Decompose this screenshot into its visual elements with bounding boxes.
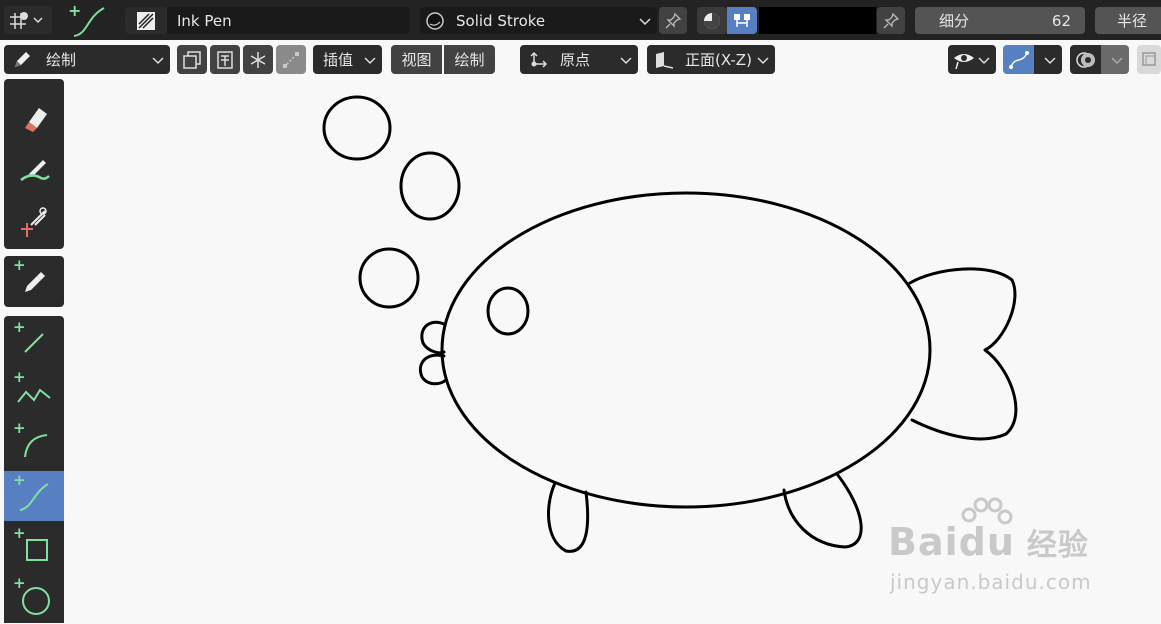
arc-tool[interactable]: + <box>4 419 64 469</box>
paw-icon <box>955 495 1015 535</box>
fish-body-stroke <box>440 191 932 509</box>
erase-tool[interactable] <box>4 94 64 144</box>
curve-tool[interactable]: + <box>4 471 64 521</box>
bubble-stroke <box>399 151 461 221</box>
bubble-stroke <box>358 247 420 309</box>
tint-brush-icon <box>20 160 50 182</box>
tool-shelf-group-primitives: + + + + + + <box>4 316 64 623</box>
circle-tool[interactable]: + <box>4 574 64 624</box>
cutter-icon <box>21 207 47 237</box>
add-icon: + <box>13 368 26 386</box>
add-icon: + <box>13 256 26 274</box>
cutter-tool[interactable] <box>4 197 64 247</box>
add-icon: + <box>13 524 26 542</box>
add-icon: + <box>13 471 26 489</box>
tint-tool[interactable] <box>4 146 64 196</box>
add-icon: + <box>13 574 26 592</box>
polyline-tool[interactable]: + <box>4 368 64 418</box>
line-tool[interactable]: + <box>4 318 64 368</box>
eyedropper-tool[interactable]: + <box>4 256 64 306</box>
add-icon: + <box>13 318 26 336</box>
box-tool[interactable]: + <box>4 524 64 574</box>
add-icon: + <box>13 419 26 437</box>
watermark-url: jingyan.baidu.com <box>890 570 1092 594</box>
fish-eye-stroke <box>486 286 530 336</box>
fish-tail-stroke <box>908 267 1018 441</box>
bubble-stroke <box>322 95 392 161</box>
fish-fin-stroke <box>782 472 863 549</box>
tool-shelf-group-sample: + <box>4 256 64 307</box>
tool-shelf-group-edit <box>4 79 64 249</box>
eraser-icon <box>25 108 47 132</box>
